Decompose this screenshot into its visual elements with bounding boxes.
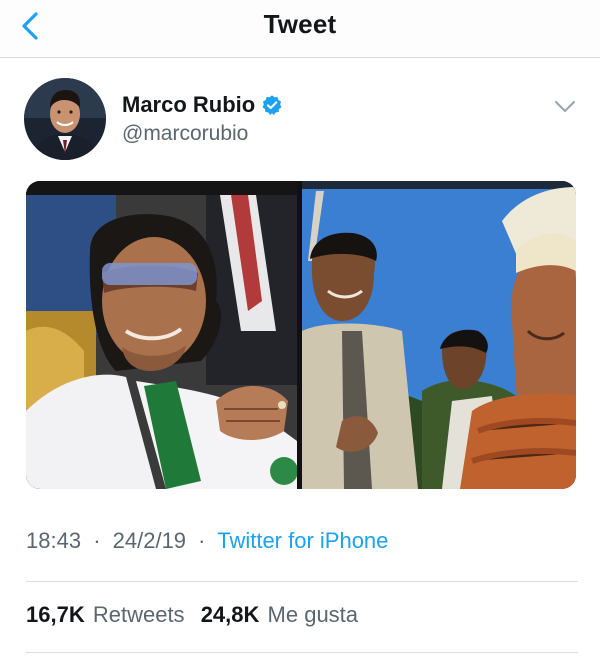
verified-badge-icon — [262, 95, 282, 115]
meta-separator: · — [198, 528, 206, 553]
retweets-label: Retweets — [92, 602, 185, 627]
likes-stat[interactable]: 24,8K Me gusta — [201, 602, 358, 627]
likes-count: 24,8K — [200, 602, 260, 627]
author-handle[interactable]: @marcorubio — [122, 122, 248, 146]
name-row: Marco Rubio — [122, 92, 283, 118]
avatar[interactable] — [24, 78, 106, 160]
retweets-count: 16,7K — [26, 602, 85, 627]
author-display-name[interactable]: Marco Rubio — [122, 92, 255, 118]
retweets-stat[interactable]: 16,7K Retweets — [26, 602, 191, 627]
tweet-source-link[interactable]: Twitter for iPhone — [217, 528, 388, 553]
meta-separator: · — [93, 528, 101, 553]
chevron-down-icon[interactable] — [552, 96, 578, 116]
tweet-photo-left[interactable] — [26, 181, 297, 489]
page-title: Tweet — [263, 9, 337, 39]
tweet-photo-right[interactable] — [302, 181, 576, 489]
tweet-stats: 16,7K Retweets 24,8K Me gusta — [26, 602, 358, 628]
tweet-media — [26, 181, 576, 489]
likes-label: Me gusta — [267, 602, 359, 627]
top-bar: Tweet — [0, 0, 600, 58]
tweet-time: 18:43 — [26, 528, 82, 553]
tweet-author-header: Marco Rubio @marcorubio — [24, 78, 584, 164]
divider — [26, 652, 578, 653]
divider — [26, 581, 578, 582]
tweet-date: 24/2/19 — [112, 528, 187, 553]
tweet-meta: 18:43 · 24/2/19 · Twitter for iPhone — [26, 528, 388, 554]
